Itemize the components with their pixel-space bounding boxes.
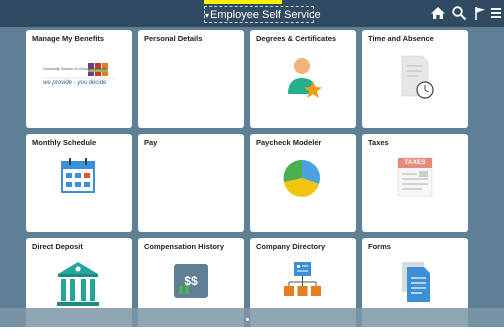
bottom-overlay	[0, 308, 504, 327]
benefits-logo-text: University System of Georgia Benefits	[43, 67, 107, 71]
benefits-tagline: we provide · you decide	[43, 80, 107, 86]
tile-manage-my-benefits[interactable]: Manage My Benefits University System of …	[26, 30, 132, 128]
tile-grid-area: Manage My Benefits University System of …	[0, 27, 504, 336]
home-icon[interactable]	[430, 5, 446, 21]
dropdown-caret-icon: ▾	[205, 11, 210, 20]
page-title: Employee Self Service	[210, 9, 321, 21]
taxes-badge: TAXES	[404, 159, 426, 166]
tile-monthly-schedule[interactable]: Monthly Schedule	[26, 134, 132, 232]
tile-label: Company Directory	[256, 242, 326, 251]
app-window: ▾Employee Self Service Manage My Benefit…	[0, 0, 504, 336]
calendar-icon	[61, 158, 95, 193]
benefits-logo-icon	[44, 63, 114, 79]
page-title-dropdown[interactable]: ▾Employee Self Service	[204, 6, 321, 23]
document-clock-icon	[401, 55, 434, 99]
tile-label: Paycheck Modeler	[256, 138, 322, 147]
tile-time-and-absence[interactable]: Time and Absence	[362, 30, 468, 128]
tile-label: Degrees & Certificates	[256, 34, 337, 43]
tile-label: Time and Absence	[368, 34, 434, 43]
tile-label: Manage My Benefits	[32, 34, 105, 43]
tile-label: Forms	[368, 242, 391, 251]
search-icon[interactable]	[451, 5, 467, 21]
tile-personal-details[interactable]: Personal Details	[138, 30, 244, 128]
tile-label: Pay	[144, 138, 158, 147]
pie-chart-icon	[283, 159, 321, 197]
tile-label: Direct Deposit	[32, 242, 83, 251]
flag-icon[interactable]	[472, 5, 488, 21]
money-symbol: $$	[184, 274, 198, 288]
top-navigation-bar: ▾Employee Self Service	[0, 0, 504, 27]
tile-paycheck-modeler[interactable]: Paycheck Modeler	[250, 134, 356, 232]
page-indicator-dot[interactable]	[246, 318, 249, 321]
tile-pay[interactable]: Pay	[138, 134, 244, 232]
tile-degrees-certificates[interactable]: Degrees & Certificates	[250, 30, 356, 128]
tile-label: Personal Details	[144, 34, 203, 43]
tile-label: Monthly Schedule	[32, 138, 97, 147]
highlight-strip	[204, 0, 282, 4]
tile-label: Compensation History	[144, 242, 225, 251]
tile-taxes[interactable]: Taxes TAXES	[362, 134, 468, 232]
menu-icon[interactable]	[490, 5, 502, 21]
tile-label: Taxes	[368, 138, 389, 147]
person-star-icon	[288, 58, 322, 98]
